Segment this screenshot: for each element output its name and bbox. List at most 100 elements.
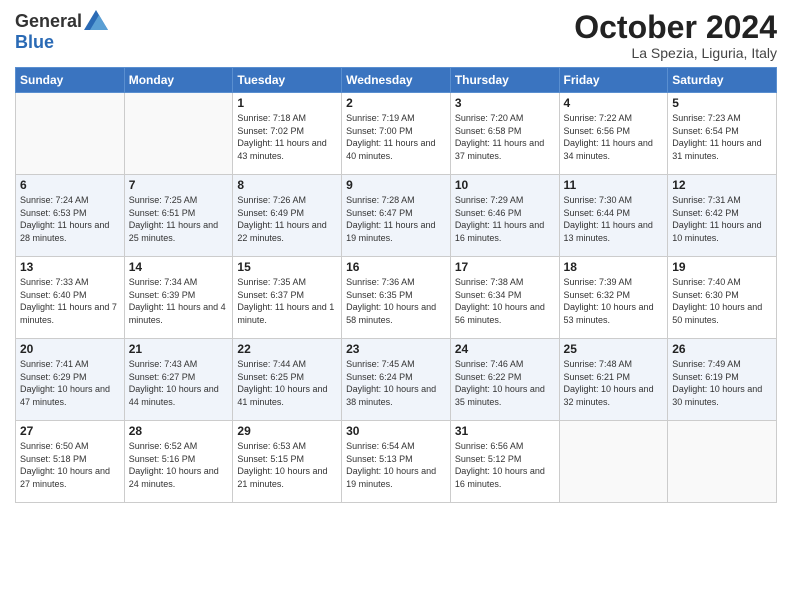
day-detail: Sunrise: 7:41 AM Sunset: 6:29 PM Dayligh… <box>20 358 120 408</box>
logo-general-text: General <box>15 11 82 32</box>
calendar-table: Sunday Monday Tuesday Wednesday Thursday… <box>15 67 777 503</box>
day-number: 22 <box>237 342 337 356</box>
day-number: 18 <box>564 260 664 274</box>
day-detail: Sunrise: 6:54 AM Sunset: 5:13 PM Dayligh… <box>346 440 446 490</box>
table-row: 13Sunrise: 7:33 AM Sunset: 6:40 PM Dayli… <box>16 257 125 339</box>
day-number: 19 <box>672 260 772 274</box>
table-row <box>16 93 125 175</box>
day-number: 10 <box>455 178 555 192</box>
day-detail: Sunrise: 7:23 AM Sunset: 6:54 PM Dayligh… <box>672 112 772 162</box>
table-row: 31 Sunrise: 6:56 AM Sunset: 5:12 PM Dayli… <box>450 421 559 503</box>
day-detail: Sunrise: 7:20 AM Sunset: 6:58 PM Dayligh… <box>455 112 555 162</box>
day-detail: Sunrise: 7:31 AM Sunset: 6:42 PM Dayligh… <box>672 194 772 244</box>
day-number: 17 <box>455 260 555 274</box>
day-detail: Sunrise: 7:30 AM Sunset: 6:44 PM Dayligh… <box>564 194 664 244</box>
table-row: 24 Sunrise: 7:46 AM Sunset: 6:22 PM Dayli… <box>450 339 559 421</box>
title-block: October 2024 La Spezia, Liguria, Italy <box>574 10 777 61</box>
header-thursday: Thursday <box>450 68 559 93</box>
day-detail: Sunrise: 7:46 AM Sunset: 6:22 PM Dayligh… <box>455 358 555 408</box>
table-row: 7Sunrise: 7:25 AM Sunset: 6:51 PM Daylig… <box>124 175 233 257</box>
day-detail: Sunrise: 7:19 AM Sunset: 7:00 PM Dayligh… <box>346 112 446 162</box>
day-detail: Sunrise: 6:50 AM Sunset: 5:18 PM Dayligh… <box>20 440 120 490</box>
day-number: 23 <box>346 342 446 356</box>
weekday-header-row: Sunday Monday Tuesday Wednesday Thursday… <box>16 68 777 93</box>
table-row <box>124 93 233 175</box>
day-detail: Sunrise: 7:43 AM Sunset: 6:27 PM Dayligh… <box>129 358 229 408</box>
day-detail: Sunrise: 7:28 AM Sunset: 6:47 PM Dayligh… <box>346 194 446 244</box>
day-detail: Sunrise: 6:52 AM Sunset: 5:16 PM Dayligh… <box>129 440 229 490</box>
table-row: 30 Sunrise: 6:54 AM Sunset: 5:13 PM Dayli… <box>342 421 451 503</box>
day-detail: Sunrise: 7:39 AM Sunset: 6:32 PM Dayligh… <box>564 276 664 326</box>
day-number: 27 <box>20 424 120 438</box>
table-row: 25 Sunrise: 7:48 AM Sunset: 6:21 PM Dayli… <box>559 339 668 421</box>
table-row: 17Sunrise: 7:38 AM Sunset: 6:34 PM Dayli… <box>450 257 559 339</box>
day-number: 4 <box>564 96 664 110</box>
day-number: 26 <box>672 342 772 356</box>
day-detail: Sunrise: 6:53 AM Sunset: 5:15 PM Dayligh… <box>237 440 337 490</box>
day-detail: Sunrise: 7:24 AM Sunset: 6:53 PM Dayligh… <box>20 194 120 244</box>
day-detail: Sunrise: 7:40 AM Sunset: 6:30 PM Dayligh… <box>672 276 772 326</box>
table-row: 23 Sunrise: 7:45 AM Sunset: 6:24 PM Dayli… <box>342 339 451 421</box>
table-row: 21Sunrise: 7:43 AM Sunset: 6:27 PM Dayli… <box>124 339 233 421</box>
day-detail: Sunrise: 7:49 AM Sunset: 6:19 PM Dayligh… <box>672 358 772 408</box>
day-number: 20 <box>20 342 120 356</box>
day-detail: Sunrise: 7:36 AM Sunset: 6:35 PM Dayligh… <box>346 276 446 326</box>
day-number: 6 <box>20 178 120 192</box>
day-number: 11 <box>564 178 664 192</box>
table-row <box>559 421 668 503</box>
table-row: 8 Sunrise: 7:26 AM Sunset: 6:49 PM Daylig… <box>233 175 342 257</box>
day-number: 14 <box>129 260 229 274</box>
day-number: 28 <box>129 424 229 438</box>
day-number: 30 <box>346 424 446 438</box>
table-row: 5 Sunrise: 7:23 AM Sunset: 6:54 PM Daylig… <box>668 93 777 175</box>
day-number: 31 <box>455 424 555 438</box>
day-detail: Sunrise: 6:56 AM Sunset: 5:12 PM Dayligh… <box>455 440 555 490</box>
table-row: 9 Sunrise: 7:28 AM Sunset: 6:47 PM Daylig… <box>342 175 451 257</box>
logo-blue-text: Blue <box>15 32 54 52</box>
header: General Blue October 2024 La Spezia, Lig… <box>15 10 777 61</box>
day-detail: Sunrise: 7:29 AM Sunset: 6:46 PM Dayligh… <box>455 194 555 244</box>
day-number: 9 <box>346 178 446 192</box>
day-number: 15 <box>237 260 337 274</box>
table-row: 20 Sunrise: 7:41 AM Sunset: 6:29 PM Dayli… <box>16 339 125 421</box>
calendar-week-row: 6 Sunrise: 7:24 AM Sunset: 6:53 PM Daylig… <box>16 175 777 257</box>
header-friday: Friday <box>559 68 668 93</box>
day-detail: Sunrise: 7:35 AM Sunset: 6:37 PM Dayligh… <box>237 276 337 326</box>
logo: General Blue <box>15 10 108 53</box>
day-detail: Sunrise: 7:26 AM Sunset: 6:49 PM Dayligh… <box>237 194 337 244</box>
table-row: 2Sunrise: 7:19 AM Sunset: 7:00 PM Daylig… <box>342 93 451 175</box>
table-row: 29 Sunrise: 6:53 AM Sunset: 5:15 PM Dayli… <box>233 421 342 503</box>
day-detail: Sunrise: 7:18 AM Sunset: 7:02 PM Dayligh… <box>237 112 337 162</box>
calendar-week-row: 27 Sunrise: 6:50 AM Sunset: 5:18 PM Dayli… <box>16 421 777 503</box>
table-row: 19 Sunrise: 7:40 AM Sunset: 6:30 PM Dayli… <box>668 257 777 339</box>
page-container: General Blue October 2024 La Spezia, Lig… <box>0 0 792 508</box>
header-monday: Monday <box>124 68 233 93</box>
table-row: 11 Sunrise: 7:30 AM Sunset: 6:44 PM Dayli… <box>559 175 668 257</box>
day-detail: Sunrise: 7:45 AM Sunset: 6:24 PM Dayligh… <box>346 358 446 408</box>
table-row: 6 Sunrise: 7:24 AM Sunset: 6:53 PM Daylig… <box>16 175 125 257</box>
calendar-week-row: 1 Sunrise: 7:18 AM Sunset: 7:02 PM Daylig… <box>16 93 777 175</box>
table-row: 28 Sunrise: 6:52 AM Sunset: 5:16 PM Dayli… <box>124 421 233 503</box>
day-number: 29 <box>237 424 337 438</box>
day-detail: Sunrise: 7:22 AM Sunset: 6:56 PM Dayligh… <box>564 112 664 162</box>
day-detail: Sunrise: 7:48 AM Sunset: 6:21 PM Dayligh… <box>564 358 664 408</box>
day-number: 1 <box>237 96 337 110</box>
table-row: 15 Sunrise: 7:35 AM Sunset: 6:37 PM Dayli… <box>233 257 342 339</box>
header-sunday: Sunday <box>16 68 125 93</box>
header-tuesday: Tuesday <box>233 68 342 93</box>
day-number: 25 <box>564 342 664 356</box>
table-row: 12 Sunrise: 7:31 AM Sunset: 6:42 PM Dayli… <box>668 175 777 257</box>
table-row: 4 Sunrise: 7:22 AM Sunset: 6:56 PM Daylig… <box>559 93 668 175</box>
day-number: 12 <box>672 178 772 192</box>
table-row: 16Sunrise: 7:36 AM Sunset: 6:35 PM Dayli… <box>342 257 451 339</box>
day-number: 24 <box>455 342 555 356</box>
day-detail: Sunrise: 7:34 AM Sunset: 6:39 PM Dayligh… <box>129 276 229 326</box>
day-number: 7 <box>129 178 229 192</box>
table-row: 22Sunrise: 7:44 AM Sunset: 6:25 PM Dayli… <box>233 339 342 421</box>
day-number: 8 <box>237 178 337 192</box>
table-row: 26 Sunrise: 7:49 AM Sunset: 6:19 PM Dayli… <box>668 339 777 421</box>
header-wednesday: Wednesday <box>342 68 451 93</box>
day-number: 5 <box>672 96 772 110</box>
header-saturday: Saturday <box>668 68 777 93</box>
table-row: 1 Sunrise: 7:18 AM Sunset: 7:02 PM Daylig… <box>233 93 342 175</box>
